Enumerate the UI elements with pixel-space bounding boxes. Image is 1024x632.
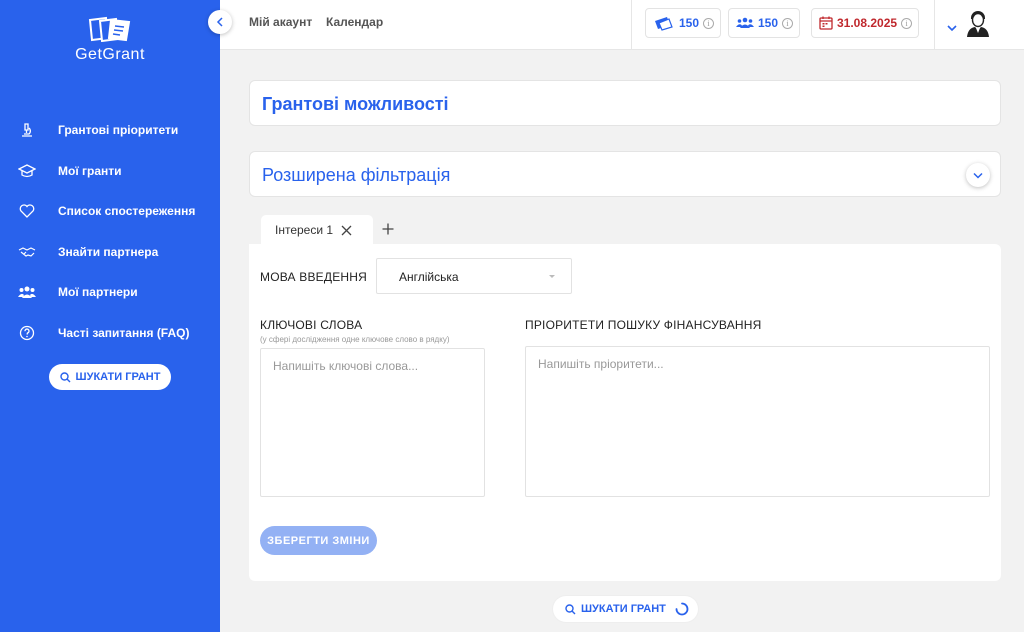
collapse-sidebar-button[interactable] <box>208 10 232 34</box>
chevron-left-icon <box>216 17 223 27</box>
sidebar-item-label: Мої гранти <box>58 163 122 178</box>
divider <box>631 0 632 50</box>
keywords-hint: (у сфері дослідження одне ключове слово … <box>260 335 450 344</box>
calendar-icon <box>819 16 833 30</box>
sidebar-search-grant-button[interactable]: ШУКАТИ ГРАНТ <box>49 364 171 390</box>
sidebar-nav: Грантові пріоритети Мої гранти Список сп… <box>0 110 220 353</box>
account-menu-toggle[interactable] <box>947 19 957 37</box>
topbar: Мій акаунт Календар 150 i 150 i 31.08.20… <box>220 0 1024 50</box>
sidebar-item-faq[interactable]: Часті запитання (FAQ) <box>0 313 220 354</box>
sidebar-item-label: Мої партнери <box>58 285 138 300</box>
add-tab-button[interactable] <box>379 220 397 238</box>
info-icon[interactable]: i <box>782 17 794 29</box>
handshake-icon <box>18 243 36 261</box>
sidebar-item-label: Список спостереження <box>58 204 196 219</box>
expand-filter-button[interactable] <box>966 163 990 187</box>
page-title: Грантові можливості <box>262 94 449 114</box>
advanced-filter-card[interactable]: Розширена фільтрація <box>249 151 1001 197</box>
search-grant-button[interactable]: ШУКАТИ ГРАНТ <box>553 596 698 622</box>
divider <box>934 0 935 50</box>
credits-counter[interactable]: 150 i <box>645 8 722 38</box>
keywords-input[interactable] <box>260 348 485 497</box>
filter-title: Розширена фільтрація <box>262 165 451 185</box>
search-grant-label: ШУКАТИ ГРАНТ <box>581 603 666 615</box>
priorities-label: ПРІОРИТЕТИ ПОШУКУ ФІНАНСУВАННЯ <box>525 318 762 332</box>
users-icon <box>18 283 36 301</box>
language-label: МОВА ВВЕДЕННЯ <box>260 270 368 284</box>
search-icon <box>59 371 71 382</box>
avatar[interactable] <box>966 9 990 42</box>
date-value: 31.08.2025 <box>837 16 898 30</box>
loading-spinner-icon <box>675 602 689 616</box>
interests-panel: МОВА ВВЕДЕННЯ Англійська КЛЮЧОВІ СЛОВА (… <box>249 244 1001 581</box>
heart-icon <box>18 202 36 220</box>
dropdown-caret-icon <box>549 275 555 278</box>
logo-icon <box>88 16 131 42</box>
partners-counter[interactable]: 150 i <box>728 8 801 38</box>
search-icon <box>565 603 576 614</box>
user-avatar-icon <box>967 11 989 37</box>
money-icon <box>655 17 673 31</box>
language-select[interactable]: Англійська <box>376 258 572 294</box>
graduation-cap-icon <box>18 162 36 180</box>
tab-label: Інтереси 1 <box>275 223 334 237</box>
chevron-down-icon <box>973 172 983 179</box>
sidebar-item-watchlist[interactable]: Список спостереження <box>0 191 220 232</box>
deadline-date[interactable]: 31.08.2025 i <box>811 8 920 38</box>
priorities-input[interactable] <box>525 346 990 497</box>
close-icon <box>341 225 352 235</box>
tab-interests-1[interactable]: Інтереси 1 <box>261 215 373 245</box>
chevron-down-icon <box>947 25 957 32</box>
sidebar-search-label: ШУКАТИ ГРАНТ <box>75 371 161 383</box>
language-value: Англійська <box>399 270 459 284</box>
sidebar: GetGrant Грантові пріоритети Мої гранти … <box>0 0 220 632</box>
sidebar-item-label: Часті запитання (FAQ) <box>58 325 190 340</box>
users-icon <box>736 17 754 28</box>
info-icon[interactable]: i <box>703 17 715 29</box>
partners-value: 150 <box>758 16 779 30</box>
microscope-icon <box>18 121 36 139</box>
sidebar-item-grant-priorities[interactable]: Грантові пріоритети <box>0 110 220 151</box>
credits-value: 150 <box>679 16 700 30</box>
save-changes-button[interactable]: ЗБЕРЕГТИ ЗМІНИ <box>260 526 377 555</box>
sidebar-item-label: Грантові пріоритети <box>58 123 179 138</box>
sidebar-item-my-grants[interactable]: Мої гранти <box>0 151 220 192</box>
logo[interactable]: GetGrant <box>72 16 148 64</box>
sidebar-item-label: Знайти партнера <box>58 244 159 259</box>
page-header-card: Грантові можливості <box>249 80 1001 126</box>
calendar-link[interactable]: Календар <box>326 15 383 29</box>
close-tab-button[interactable] <box>341 225 352 236</box>
sidebar-item-my-partners[interactable]: Мої партнери <box>0 272 220 313</box>
my-account-link[interactable]: Мій акаунт <box>249 15 312 29</box>
keywords-label: КЛЮЧОВІ СЛОВА <box>260 318 363 332</box>
question-icon <box>18 324 36 342</box>
sidebar-item-find-partner[interactable]: Знайти партнера <box>0 232 220 273</box>
plus-icon <box>382 223 394 235</box>
logo-text: GetGrant <box>75 46 145 63</box>
info-icon[interactable]: i <box>901 17 913 29</box>
